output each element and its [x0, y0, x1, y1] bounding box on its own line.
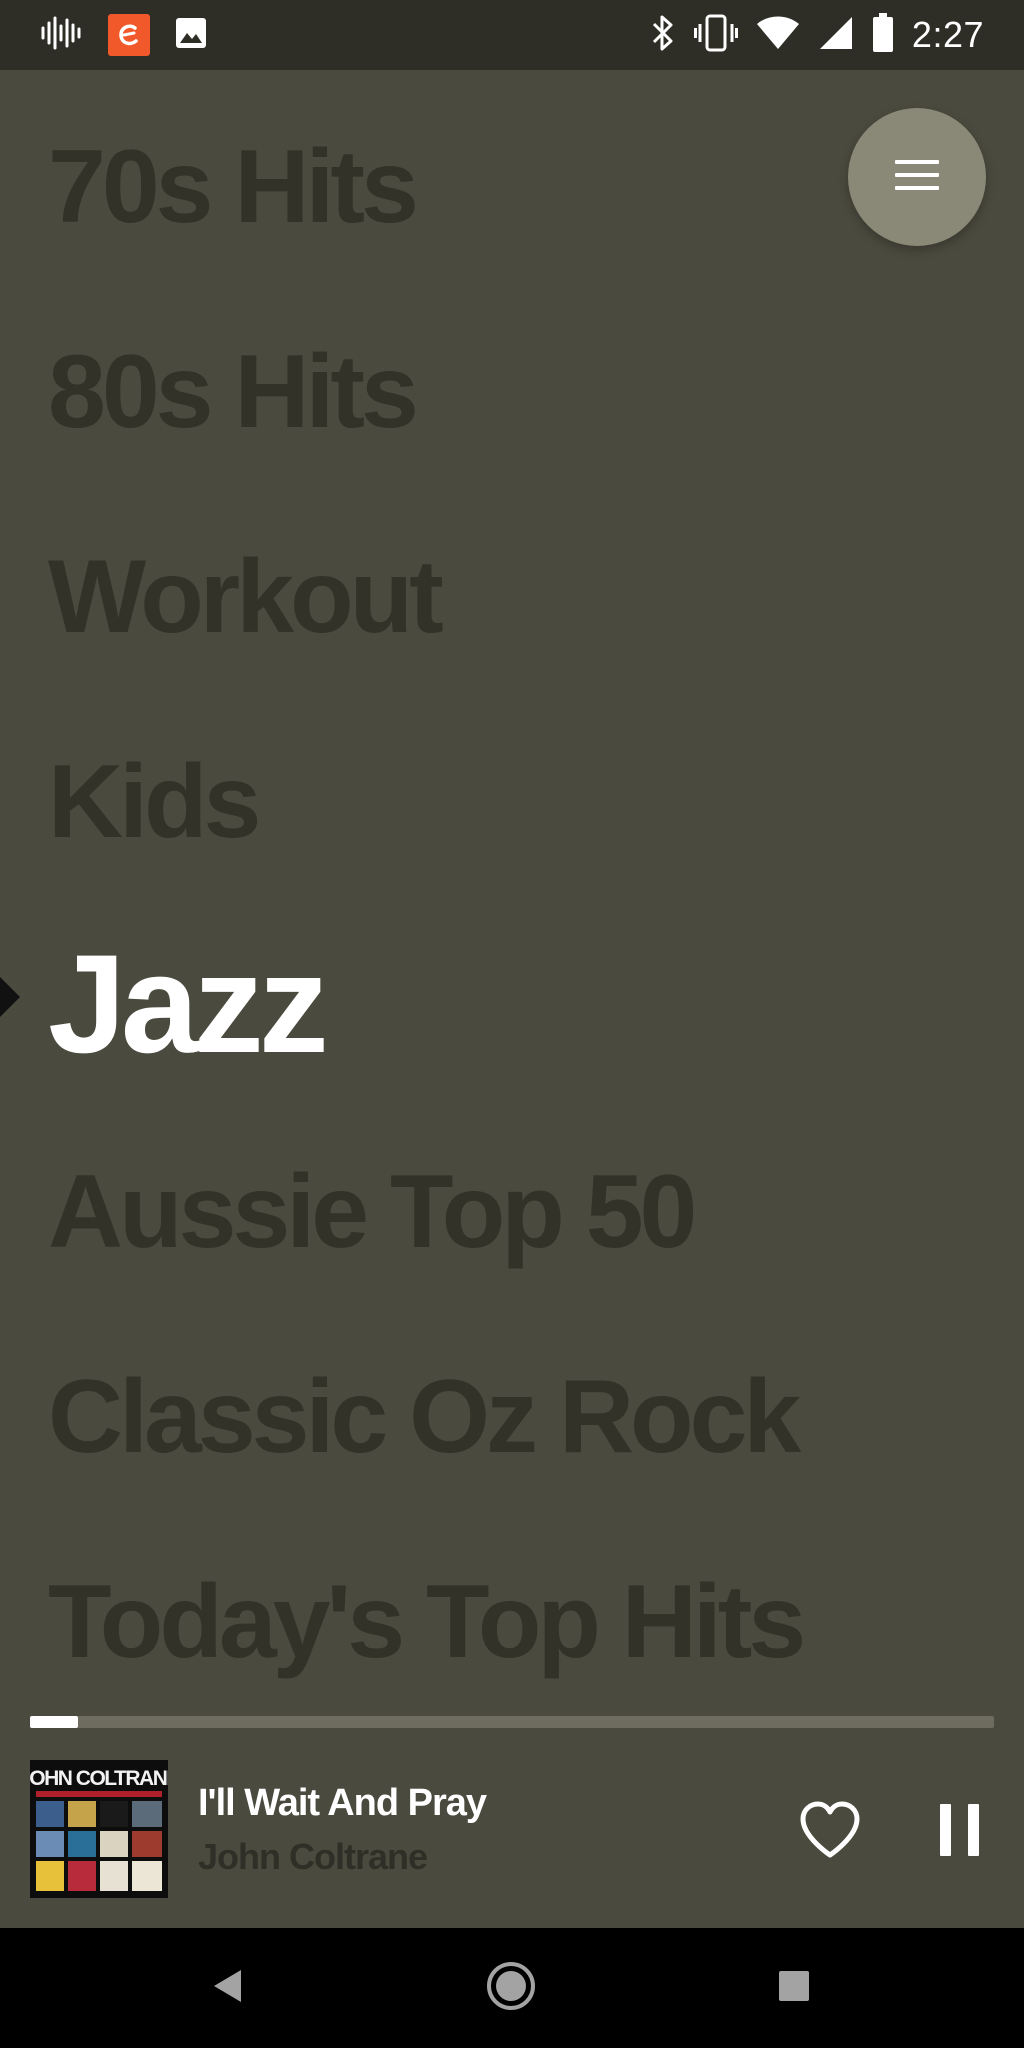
app-badge-icon — [108, 14, 150, 56]
playback-progress-bar[interactable] — [30, 1716, 994, 1728]
system-navigation-bar — [0, 1928, 1024, 2048]
pause-button[interactable] — [936, 1798, 984, 1862]
station-item-aussie-top-50[interactable]: Aussie Top 50 — [48, 1160, 697, 1264]
wifi-icon — [756, 15, 800, 56]
heart-icon — [798, 1801, 862, 1864]
station-list: 70s Hits 80s Hits Workout Kids Jazz Auss… — [0, 70, 1024, 1710]
app-root: 2:27 70s Hits 80s Hits Workout Kids Jazz… — [0, 0, 1024, 2048]
battery-icon — [872, 12, 894, 58]
like-button[interactable] — [798, 1800, 862, 1860]
status-time: 2:27 — [911, 14, 984, 55]
nav-recents-button[interactable] — [764, 1958, 824, 2018]
cell-signal-icon — [818, 15, 854, 56]
playback-progress-fill — [30, 1716, 79, 1728]
vibrate-icon — [693, 13, 738, 58]
now-playing-bar[interactable]: JOHN COLTRANE I'll Wait And Pray John Co… — [0, 1740, 1024, 1928]
pause-icon — [936, 1804, 984, 1866]
album-art[interactable]: JOHN COLTRANE — [19, 1760, 182, 1898]
status-bar: 2:27 — [0, 0, 1024, 70]
station-item-70s-hits[interactable]: 70s Hits — [48, 135, 419, 239]
station-item-80s-hits[interactable]: 80s Hits — [48, 340, 419, 444]
status-bar-right: 2:27 — [650, 10, 984, 60]
back-triangle-icon — [208, 1966, 248, 2011]
track-title[interactable]: I'll Wait And Pray — [198, 1782, 487, 1825]
station-item-workout[interactable]: Workout — [48, 545, 444, 649]
hamburger-menu-icon — [893, 158, 941, 197]
menu-button[interactable] — [848, 108, 986, 246]
station-item-kids[interactable]: Kids — [48, 750, 261, 854]
status-bar-left — [40, 14, 208, 56]
nav-back-button[interactable] — [198, 1958, 258, 2018]
station-item-jazz-active[interactable]: Jazz — [48, 934, 329, 1074]
sound-wave-icon — [40, 16, 84, 55]
nav-home-button[interactable] — [481, 1958, 541, 2018]
track-artist[interactable]: John Coltrane — [198, 1836, 428, 1878]
svg-text:JOHN COLTRANE: JOHN COLTRANE — [30, 1767, 168, 1790]
station-item-classic-oz-rock[interactable]: Classic Oz Rock — [48, 1365, 801, 1469]
recents-square-icon — [776, 1968, 812, 2009]
station-item-todays-top-hits[interactable]: Today's Top Hits — [48, 1570, 806, 1674]
active-station-pointer — [0, 977, 20, 1017]
bluetooth-icon — [650, 13, 676, 58]
home-circle-icon — [485, 1960, 537, 2017]
image-icon — [174, 16, 208, 55]
